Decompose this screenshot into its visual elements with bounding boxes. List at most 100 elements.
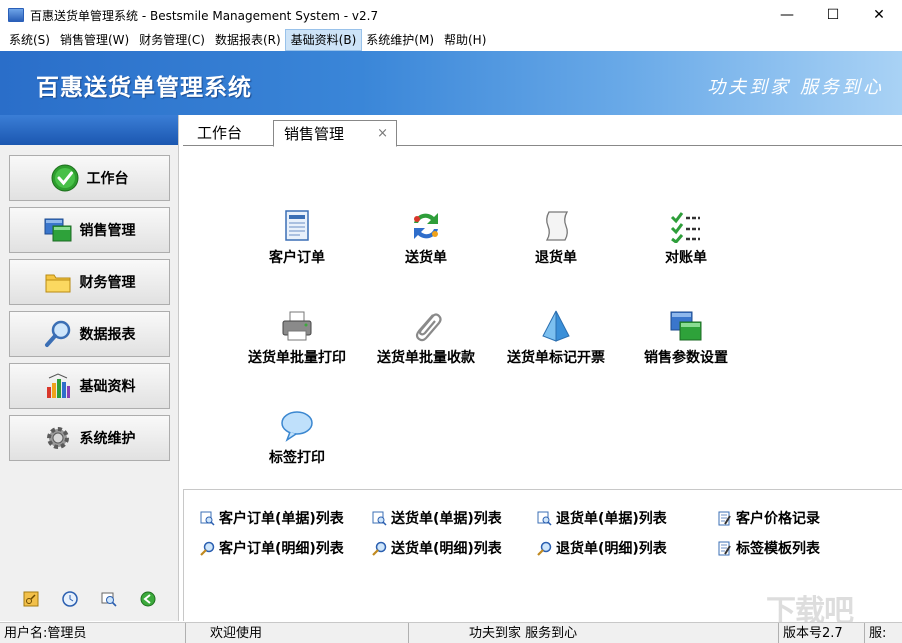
- func-sales-settings[interactable]: 销售参数设置: [621, 309, 751, 367]
- link-label: 标签模板列表: [736, 541, 820, 557]
- back-icon[interactable]: [140, 591, 156, 607]
- menu-sales[interactable]: 销售管理(W): [55, 30, 134, 50]
- tab-workbench[interactable]: 工作台: [197, 120, 242, 146]
- func-label: 销售参数设置: [644, 350, 728, 366]
- func-delivery-note[interactable]: 送货单: [361, 209, 491, 267]
- func-label: 客户订单: [269, 250, 325, 266]
- edit-doc-icon: [717, 541, 732, 556]
- sidebar-item-label: 数据报表: [79, 327, 136, 343]
- func-label: 送货单标记开票: [507, 350, 605, 366]
- search-icon[interactable]: [101, 591, 117, 607]
- func-return-note[interactable]: 退货单: [491, 209, 621, 267]
- link-label: 客户订单(单据)列表: [219, 511, 344, 527]
- app-icon: [8, 8, 24, 22]
- menu-reports[interactable]: 数据报表(R): [210, 30, 286, 50]
- status-bar: 用户名:管理员 欢迎使用 功夫到家 服务到心 版本号2.7 服:: [0, 622, 902, 643]
- menu-system[interactable]: 系统(S): [4, 30, 55, 50]
- func-batch-receipt[interactable]: 送货单批量收款: [361, 309, 491, 367]
- menu-maintenance[interactable]: 系统维护(M): [361, 30, 439, 50]
- detail-search-icon: [537, 541, 552, 556]
- sidebar: 工作台 销售管理 财务管理 数据报表 基础资料 系统维护: [0, 115, 179, 621]
- link-label: 客户价格记录: [736, 511, 820, 527]
- sidebar-item-basic-data[interactable]: 基础资料: [9, 363, 170, 409]
- edit-doc-icon: [717, 511, 732, 526]
- func-label-print[interactable]: 标签打印: [232, 409, 362, 467]
- sidebar-item-reports[interactable]: 数据报表: [9, 311, 170, 357]
- link-customer-order-list[interactable]: 客户订单(单据)列表: [200, 508, 344, 528]
- link-label: 送货单(明细)列表: [391, 541, 502, 557]
- link-label-template-list[interactable]: 标签模板列表: [717, 538, 820, 558]
- clock-icon[interactable]: [62, 591, 78, 607]
- status-slogan: 功夫到家 服务到心: [409, 623, 779, 643]
- tab-close-button[interactable]: ×: [377, 121, 388, 147]
- pyramid-icon: [539, 309, 573, 343]
- status-welcome: 欢迎使用: [186, 623, 409, 643]
- menu-bar: 系统(S) 销售管理(W) 财务管理(C) 数据报表(R) 基础资料(B) 系统…: [0, 29, 902, 51]
- palette-icon: [44, 372, 72, 400]
- header-banner: 百惠送货单管理系统 功夫到家 服务到心: [0, 51, 902, 115]
- func-label: 标签打印: [269, 450, 325, 466]
- sidebar-item-maintenance[interactable]: 系统维护: [9, 415, 170, 461]
- sidebar-item-label: 系统维护: [79, 431, 136, 447]
- windows-icon: [669, 309, 703, 343]
- link-label: 退货单(明细)列表: [556, 541, 667, 557]
- folder-icon: [44, 268, 72, 296]
- brand-title: 百惠送货单管理系统: [36, 75, 252, 101]
- menu-basic-data[interactable]: 基础资料(B): [284, 29, 363, 51]
- link-customer-order-detail-list[interactable]: 客户订单(明细)列表: [200, 538, 344, 558]
- sidebar-item-label: 基础资料: [79, 379, 136, 395]
- windows-icon: [44, 216, 72, 244]
- close-button[interactable]: ✕: [856, 0, 902, 30]
- detail-search-icon: [372, 541, 387, 556]
- sidebar-header: [0, 115, 178, 145]
- link-return-detail-list[interactable]: 退货单(明细)列表: [537, 538, 667, 558]
- menu-finance[interactable]: 财务管理(C): [134, 30, 210, 50]
- key-icon[interactable]: [23, 591, 39, 607]
- func-label: 送货单批量打印: [248, 350, 346, 366]
- menu-help[interactable]: 帮助(H): [439, 30, 491, 50]
- tab-label: 销售管理: [284, 125, 345, 143]
- sidebar-item-workbench[interactable]: 工作台: [9, 155, 170, 201]
- status-version: 版本号2.7: [779, 623, 865, 643]
- sidebar-toolbar: [0, 591, 179, 607]
- detail-search-icon: [200, 541, 215, 556]
- link-price-record[interactable]: 客户价格记录: [717, 508, 820, 528]
- list-search-icon: [537, 511, 552, 526]
- link-delivery-detail-list[interactable]: 送货单(明细)列表: [372, 538, 502, 558]
- func-label: 送货单: [405, 250, 447, 266]
- link-label: 退货单(单据)列表: [556, 511, 667, 527]
- sidebar-item-label: 工作台: [86, 171, 129, 187]
- func-statement[interactable]: 对账单: [621, 209, 751, 267]
- window-title: 百惠送货单管理系统 - Bestsmile Management System …: [30, 8, 379, 23]
- gear-icon: [44, 424, 72, 452]
- title-bar: 百惠送货单管理系统 - Bestsmile Management System …: [0, 0, 902, 30]
- checkmark-icon: [51, 164, 79, 192]
- magnifier-icon: [44, 320, 72, 348]
- func-mark-invoice[interactable]: 送货单标记开票: [491, 309, 621, 367]
- list-search-icon: [200, 511, 215, 526]
- sidebar-item-label: 财务管理: [79, 275, 136, 291]
- scroll-icon: [539, 209, 573, 243]
- checklist-icon: [669, 209, 703, 245]
- status-extra: 服:: [869, 626, 887, 641]
- func-customer-order[interactable]: 客户订单: [232, 209, 362, 267]
- link-return-list[interactable]: 退货单(单据)列表: [537, 508, 667, 528]
- link-delivery-list[interactable]: 送货单(单据)列表: [372, 508, 502, 528]
- maximize-button[interactable]: ☐: [810, 0, 856, 30]
- minimize-button[interactable]: —: [764, 0, 810, 30]
- sidebar-item-finance[interactable]: 财务管理: [9, 259, 170, 305]
- banner-slogan: 功夫到家 服务到心: [707, 77, 884, 98]
- func-batch-print[interactable]: 送货单批量打印: [232, 309, 362, 367]
- sidebar-item-sales[interactable]: 销售管理: [9, 207, 170, 253]
- func-label: 对账单: [665, 250, 707, 266]
- func-label: 退货单: [535, 250, 577, 266]
- link-label: 客户订单(明细)列表: [219, 541, 344, 557]
- func-label: 送货单批量收款: [377, 350, 475, 366]
- tab-sales[interactable]: 销售管理 ×: [273, 120, 397, 147]
- list-search-icon: [372, 511, 387, 526]
- sidebar-item-label: 销售管理: [79, 223, 136, 239]
- function-grid: 客户订单 送货单 退货单 对账单 送货单批量打印 送货单批量收款 送货单标记开票…: [183, 147, 902, 487]
- speech-bubble-icon: [280, 409, 314, 443]
- paperclip-icon: [409, 309, 443, 343]
- order-form-icon: [280, 209, 314, 243]
